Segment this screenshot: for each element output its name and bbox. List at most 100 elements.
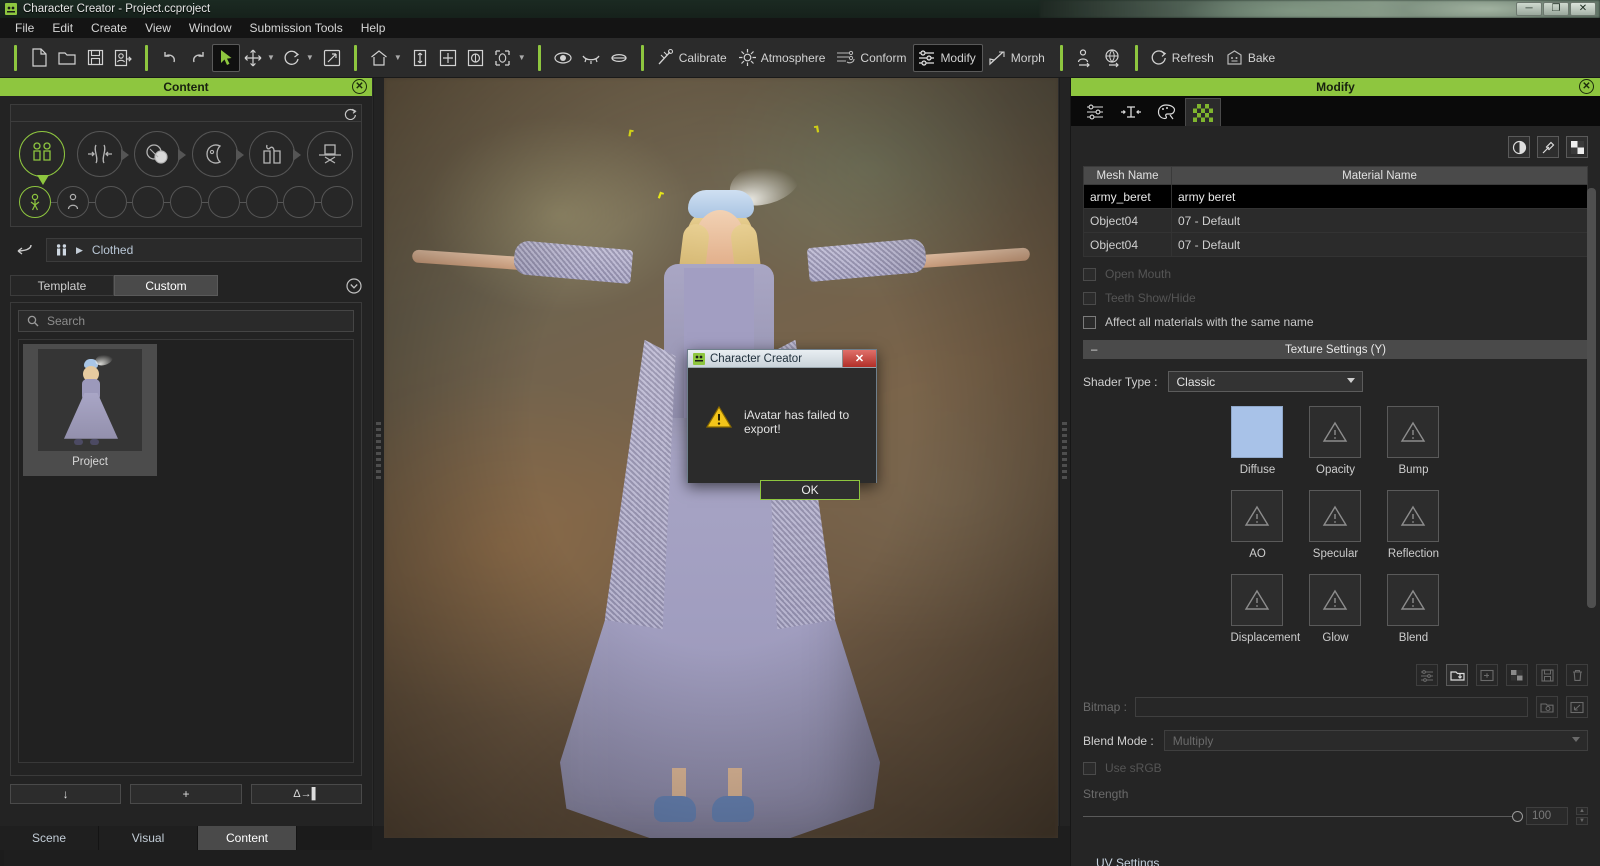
scrollbar-thumb[interactable]: [1587, 188, 1596, 608]
maximize-button[interactable]: ❐: [1543, 2, 1569, 16]
stepper-up[interactable]: ▲: [1576, 807, 1588, 815]
subcategory-rigged[interactable]: [19, 186, 51, 218]
search-input[interactable]: Search: [18, 310, 354, 332]
scale-tool-button[interactable]: [318, 44, 346, 72]
category-skin[interactable]: [134, 131, 187, 177]
fit-vertical-button[interactable]: [406, 44, 434, 72]
displacement-swatch[interactable]: [1230, 574, 1283, 626]
table-row[interactable]: Object04 07 - Default: [1083, 208, 1588, 233]
tab-material[interactable]: [1185, 98, 1221, 126]
redo-button[interactable]: [184, 44, 212, 72]
atmosphere-button[interactable]: Atmosphere: [734, 44, 833, 72]
chevron-down-icon[interactable]: ▼: [267, 53, 275, 62]
category-accessory[interactable]: [306, 131, 353, 177]
save-small-icon[interactable]: [1536, 664, 1558, 686]
subcategory-9[interactable]: [321, 186, 353, 218]
subcategory-7[interactable]: [245, 186, 278, 218]
subcategory-figure[interactable]: [56, 186, 89, 218]
add-button[interactable]: +: [130, 784, 242, 804]
eyedropper-icon[interactable]: [1537, 136, 1559, 158]
tab-template[interactable]: Template: [10, 275, 114, 296]
menu-edit[interactable]: Edit: [43, 19, 82, 37]
save-button[interactable]: [81, 44, 109, 72]
minimize-button[interactable]: ─: [1516, 2, 1542, 16]
move-tool-button[interactable]: ▼: [240, 44, 279, 72]
channel-diffuse[interactable]: Diffuse: [1230, 406, 1285, 476]
import-icon[interactable]: [1566, 696, 1588, 718]
bitmap-input[interactable]: [1135, 697, 1528, 717]
dock-tab-scene[interactable]: Scene: [0, 826, 99, 850]
strength-value[interactable]: 100: [1526, 807, 1568, 825]
specular-swatch[interactable]: [1308, 490, 1361, 542]
channel-reflection[interactable]: Reflection: [1386, 490, 1441, 560]
add-image-icon[interactable]: [1476, 664, 1498, 686]
stepper-down[interactable]: ▼: [1576, 817, 1588, 825]
category-shape[interactable]: [76, 131, 129, 177]
close-button[interactable]: ✕: [1570, 2, 1596, 16]
glow-swatch[interactable]: [1308, 574, 1361, 626]
checker-small-icon[interactable]: [1506, 664, 1528, 686]
sliders-small-icon[interactable]: [1416, 664, 1438, 686]
ao-swatch[interactable]: [1230, 490, 1283, 542]
panel-close-icon[interactable]: ✕: [1579, 79, 1594, 94]
subcategory-5[interactable]: [170, 186, 202, 218]
modify-button[interactable]: Modify: [913, 43, 983, 72]
mouth-display-button[interactable]: [605, 44, 633, 72]
trash-icon[interactable]: [1566, 664, 1588, 686]
modify-panel-scrollbar[interactable]: [1587, 188, 1596, 748]
category-cloth[interactable]: [249, 131, 302, 177]
texture-settings-header[interactable]: – Texture Settings (Y): [1083, 340, 1588, 359]
ok-button[interactable]: OK: [760, 480, 860, 500]
channel-specular[interactable]: Specular: [1308, 490, 1363, 560]
tab-adjust[interactable]: [1077, 98, 1113, 126]
half-circle-icon[interactable]: [1508, 136, 1530, 158]
open-folder-button[interactable]: [53, 44, 81, 72]
channel-blend[interactable]: Blend: [1386, 574, 1441, 644]
chevron-down-circle-icon[interactable]: [346, 277, 362, 294]
back-arrow-icon[interactable]: [10, 239, 36, 261]
eye-display-button[interactable]: [549, 44, 577, 72]
affect-all-materials-row[interactable]: Affect all materials with the same name: [1083, 315, 1588, 329]
chevron-down-icon[interactable]: ▼: [394, 53, 402, 62]
blend-mode-dropdown[interactable]: Multiply: [1163, 730, 1588, 751]
subcategory-4[interactable]: [132, 186, 165, 218]
new-document-button[interactable]: [25, 44, 53, 72]
bump-swatch[interactable]: [1386, 406, 1439, 458]
category-head[interactable]: [191, 131, 244, 177]
splitter-grip[interactable]: [376, 422, 381, 482]
subcategory-6[interactable]: [207, 186, 240, 218]
subcategory-3[interactable]: [94, 186, 127, 218]
dock-tab-visual[interactable]: Visual: [99, 826, 198, 850]
splitter-grip[interactable]: [1062, 422, 1067, 482]
left-splitter[interactable]: [372, 78, 384, 826]
frame-selected-button[interactable]: [462, 44, 490, 72]
eyelash-display-button[interactable]: [577, 44, 605, 72]
bake-button[interactable]: Bake: [1221, 44, 1282, 72]
calibrate-button[interactable]: Calibrate: [652, 44, 734, 72]
collapse-icon[interactable]: –: [1091, 344, 1097, 356]
breadcrumb-field[interactable]: ▶ Clothed: [46, 238, 362, 262]
diffuse-swatch[interactable]: [1230, 406, 1283, 458]
refresh-button[interactable]: Refresh: [1146, 44, 1221, 72]
dialog-close-button[interactable]: ✕: [842, 350, 876, 367]
menu-help[interactable]: Help: [352, 19, 395, 37]
browse-icon[interactable]: [1536, 696, 1558, 718]
menu-file[interactable]: File: [6, 19, 43, 37]
slider-knob[interactable]: [1512, 810, 1523, 822]
save-as-button[interactable]: [109, 44, 137, 72]
export-scene-button[interactable]: [1099, 44, 1127, 72]
tab-palette[interactable]: [1149, 98, 1185, 126]
menu-view[interactable]: View: [136, 19, 180, 37]
undo-button[interactable]: [156, 44, 184, 72]
home-view-button[interactable]: ▼: [365, 44, 406, 72]
reset-icon[interactable]: [344, 107, 357, 120]
tab-transform[interactable]: [1113, 98, 1149, 126]
table-row[interactable]: army_beret army beret: [1083, 184, 1588, 209]
menu-create[interactable]: Create: [82, 19, 136, 37]
apply-delta-button[interactable]: Δ→▌: [250, 784, 362, 804]
channel-glow[interactable]: Glow: [1308, 574, 1363, 644]
strength-slider[interactable]: [1083, 810, 1523, 822]
export-avatar-button[interactable]: [1071, 44, 1099, 72]
panel-close-icon[interactable]: ✕: [352, 79, 367, 94]
reflection-swatch[interactable]: [1386, 490, 1439, 542]
